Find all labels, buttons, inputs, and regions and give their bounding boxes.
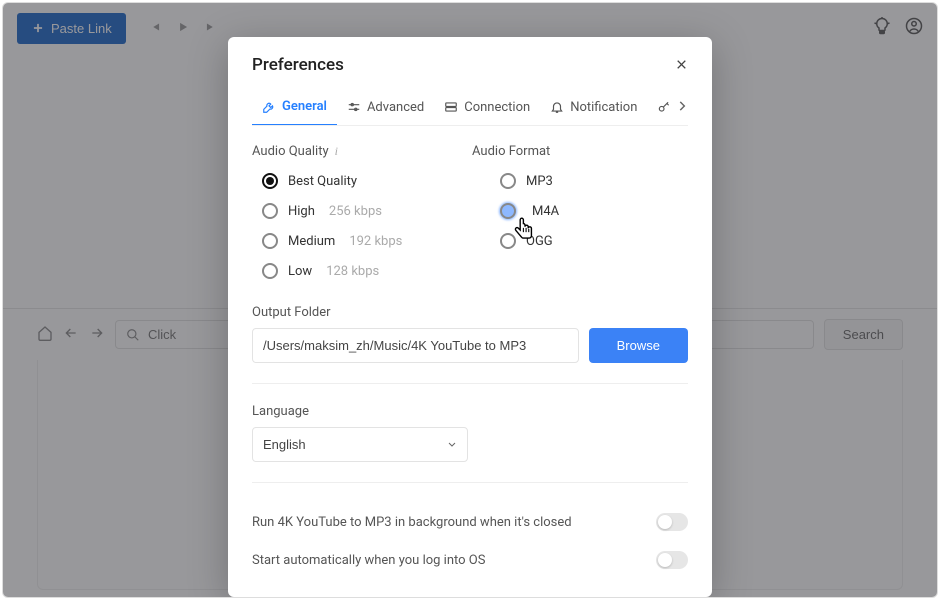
radio-label: Medium (288, 234, 335, 249)
info-icon[interactable]: i (335, 144, 338, 159)
tab-general[interactable]: General (252, 89, 337, 126)
tab-label: Connection (464, 100, 530, 115)
radio-icon (262, 173, 278, 189)
language-label: Language (252, 404, 688, 419)
radio-sublabel: 192 kbps (349, 234, 402, 249)
radio-icon (262, 263, 278, 279)
server-icon (444, 100, 458, 114)
output-folder-section: Output Folder Browse (252, 305, 688, 363)
output-folder-input[interactable] (252, 328, 579, 363)
radio-sublabel: 128 kbps (326, 264, 379, 279)
radio-ogg[interactable]: OGG (500, 233, 688, 249)
language-section: Language English (252, 404, 688, 462)
tab-connection[interactable]: Connection (434, 90, 540, 125)
tabbar-scroll-right[interactable] (671, 98, 688, 117)
tab-more[interactable] (647, 90, 671, 124)
toggle-background[interactable] (656, 513, 688, 531)
close-button[interactable] (675, 56, 688, 75)
radio-mp3[interactable]: MP3 (500, 173, 688, 189)
bell-icon (550, 100, 564, 114)
audio-format-section: Audio Format MP3 M4A (472, 144, 688, 287)
sliders-icon (347, 100, 361, 114)
radio-icon (500, 203, 516, 219)
radio-icon (500, 233, 516, 249)
tabbar: General Advanced Connection Notification (252, 89, 688, 126)
toggle-autostart-label: Start automatically when you log into OS (252, 553, 485, 568)
wrench-icon (262, 100, 276, 114)
radio-icon (500, 173, 516, 189)
audio-format-label: Audio Format (472, 144, 550, 159)
tab-advanced[interactable]: Advanced (337, 90, 434, 125)
radio-sublabel: 256 kbps (329, 204, 382, 219)
tab-label: Notification (570, 100, 637, 115)
output-folder-label: Output Folder (252, 305, 688, 320)
preferences-modal: Preferences General Advanced Connection … (228, 37, 712, 597)
radio-label: M4A (532, 204, 559, 219)
tab-label: General (282, 99, 327, 114)
language-select[interactable]: English (252, 427, 468, 462)
radio-label: MP3 (526, 174, 553, 189)
radio-low[interactable]: Low 128 kbps (262, 263, 468, 279)
tab-label: Advanced (367, 100, 424, 115)
radio-high[interactable]: High 256 kbps (262, 203, 468, 219)
toggle-background-row: Run 4K YouTube to MP3 in background when… (252, 503, 688, 541)
radio-label: Best Quality (288, 174, 357, 189)
radio-label: High (288, 204, 315, 219)
radio-medium[interactable]: Medium 192 kbps (262, 233, 468, 249)
radio-best-quality[interactable]: Best Quality (262, 173, 468, 189)
radio-label: OGG (526, 234, 553, 249)
browse-button[interactable]: Browse (589, 328, 688, 363)
radio-m4a[interactable]: M4A (500, 203, 688, 219)
audio-quality-label: Audio Quality (252, 144, 329, 159)
toggle-autostart[interactable] (656, 551, 688, 569)
toggle-autostart-row: Start automatically when you log into OS (252, 541, 688, 579)
toggle-background-label: Run 4K YouTube to MP3 in background when… (252, 515, 572, 530)
divider (252, 383, 688, 384)
divider (252, 482, 688, 483)
radio-icon (262, 203, 278, 219)
modal-title: Preferences (252, 55, 344, 75)
tab-notification[interactable]: Notification (540, 90, 647, 125)
radio-label: Low (288, 264, 312, 279)
key-icon (657, 100, 671, 114)
radio-icon (262, 233, 278, 249)
audio-quality-section: Audio Quality i Best Quality High 256 kb… (252, 144, 468, 287)
